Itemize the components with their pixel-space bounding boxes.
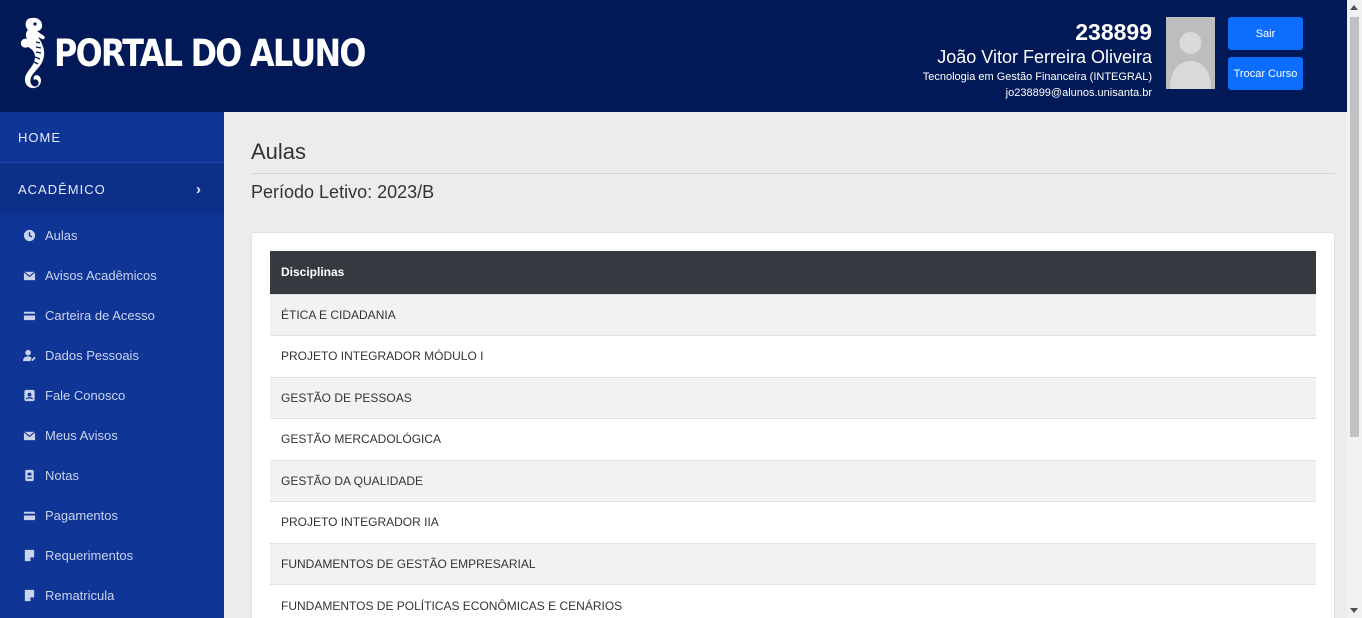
sidebar-item-pagamentos[interactable]: Pagamentos xyxy=(0,495,224,535)
page-scrollbar[interactable] xyxy=(1347,0,1362,618)
table-row: PROJETO INTEGRADOR MÓDULO I xyxy=(270,335,1316,377)
envelope-icon xyxy=(22,268,36,282)
portal-logo[interactable]: PORTAL DO ALUNO xyxy=(16,16,415,90)
sidebar-item-label: ACADÊMICO xyxy=(18,181,106,197)
avatar xyxy=(1166,17,1215,89)
sidebar-item-rematricula[interactable]: Rematricula xyxy=(0,575,224,615)
change-course-button[interactable]: Trocar Curso xyxy=(1228,57,1303,90)
disciplinas-card: Disciplinas ÉTICA E CIDADANIA PROJETO IN… xyxy=(251,232,1335,618)
user-edit-icon xyxy=(22,348,36,362)
sidebar-item-aulas[interactable]: Aulas xyxy=(0,215,224,255)
table-row: GESTÃO MERCADOLÓGICA xyxy=(270,418,1316,460)
sidebar-item-academico[interactable]: ACADÊMICO › xyxy=(0,163,224,215)
page-title: Aulas xyxy=(251,139,307,164)
sidebar-item-label: Carteira de Acesso xyxy=(45,307,155,323)
table-row: GESTÃO DE PESSOAS xyxy=(270,376,1316,419)
portal-title: PORTAL DO ALUNO xyxy=(54,31,366,75)
student-email: jo238899@alunos.unisanta.br xyxy=(1005,87,1152,99)
sidebar-item-label: Requerimentos xyxy=(45,547,134,563)
sidebar-item-meus-avisos[interactable]: Meus Avisos xyxy=(0,415,224,455)
disciplina-cell: ÉTICA E CIDADANIA xyxy=(270,293,1316,336)
note-icon xyxy=(22,588,36,602)
table-row: FUNDAMENTOS DE GESTÃO EMPRESARIAL xyxy=(270,542,1316,585)
user-info: 238899 João Vitor Ferreira Oliveira Tecn… xyxy=(923,18,1152,101)
sidebar-item-label: Rematricula xyxy=(45,587,115,603)
top-header: PORTAL DO ALUNO 238899 João Vitor Ferrei… xyxy=(0,0,1347,112)
clock-icon xyxy=(22,228,36,242)
seahorse-logo-icon xyxy=(20,17,45,89)
student-course: Tecnologia em Gestão Financeira (INTEGRA… xyxy=(922,71,1152,83)
disciplinas-table: Disciplinas ÉTICA E CIDADANIA PROJETO IN… xyxy=(270,251,1316,618)
sidebar-item-label: Aulas xyxy=(45,227,78,243)
table-row: ÉTICA E CIDADANIA xyxy=(270,293,1316,336)
sidebar-item-label: Notas xyxy=(45,467,79,483)
logout-button[interactable]: Sair xyxy=(1228,17,1303,50)
disciplina-cell: FUNDAMENTOS DE POLÍTICAS ECONÔMICAS E CE… xyxy=(270,584,1316,618)
credit-card-icon xyxy=(22,508,36,522)
contact-icon xyxy=(22,388,36,402)
main-content: Aulas Período Letivo: 2023/B Disciplinas… xyxy=(224,112,1347,618)
sidebar-item-notas[interactable]: Notas xyxy=(0,455,224,495)
student-id: 238899 xyxy=(1075,19,1152,45)
table-row: PROJETO INTEGRADOR IIA xyxy=(270,501,1316,543)
table-row: FUNDAMENTOS DE POLÍTICAS ECONÔMICAS E CE… xyxy=(270,584,1316,618)
scroll-down-arrow-icon[interactable] xyxy=(1350,608,1358,613)
sidebar-item-label: HOME xyxy=(18,129,61,145)
sidebar-item-label: Meus Avisos xyxy=(45,427,118,443)
sidebar-item-dados-pessoais[interactable]: Dados Pessoais xyxy=(0,335,224,375)
sidebar-item-label: Dados Pessoais xyxy=(45,347,139,363)
id-badge-icon xyxy=(22,468,36,482)
sidebar-item-carteira-de-acesso[interactable]: Carteira de Acesso xyxy=(0,295,224,335)
chevron-right-icon: › xyxy=(196,180,202,198)
note-icon xyxy=(22,548,36,562)
user-placeholder-icon xyxy=(1166,17,1215,89)
disciplina-cell: GESTÃO DE PESSOAS xyxy=(270,376,1316,419)
sidebar: HOME ACADÊMICO › Aulas Avisos Acadêmicos… xyxy=(0,112,224,618)
disciplina-cell: PROJETO INTEGRADOR IIA xyxy=(270,501,1316,543)
sidebar-item-avisos-academicos[interactable]: Avisos Acadêmicos xyxy=(0,255,224,295)
disciplina-cell: FUNDAMENTOS DE GESTÃO EMPRESARIAL xyxy=(270,542,1316,585)
sidebar-item-label: Fale Conosco xyxy=(45,387,126,403)
envelope-icon xyxy=(22,428,36,442)
sidebar-item-label: Avisos Acadêmicos xyxy=(45,267,157,283)
disciplina-cell: GESTÃO MERCADOLÓGICA xyxy=(270,418,1316,460)
column-header-disciplinas: Disciplinas xyxy=(270,251,1316,294)
table-header-row: Disciplinas xyxy=(270,251,1316,294)
sidebar-item-requerimentos[interactable]: Requerimentos xyxy=(0,535,224,575)
credit-card-icon xyxy=(22,308,36,322)
title-divider xyxy=(251,173,1335,174)
sidebar-item-home[interactable]: HOME xyxy=(0,112,224,163)
periodo-letivo: Período Letivo: 2023/B xyxy=(251,182,435,202)
disciplina-cell: PROJETO INTEGRADOR MÓDULO I xyxy=(270,335,1316,377)
table-row: GESTÃO DA QUALIDADE xyxy=(270,459,1316,502)
scroll-up-arrow-icon[interactable] xyxy=(1350,5,1358,10)
sidebar-item-label: Pagamentos xyxy=(45,507,118,523)
disciplina-cell: GESTÃO DA QUALIDADE xyxy=(270,459,1316,502)
sidebar-item-fale-conosco[interactable]: Fale Conosco xyxy=(0,375,224,415)
scroll-thumb[interactable] xyxy=(1350,17,1359,437)
student-name: João Vitor Ferreira Oliveira xyxy=(937,47,1152,67)
